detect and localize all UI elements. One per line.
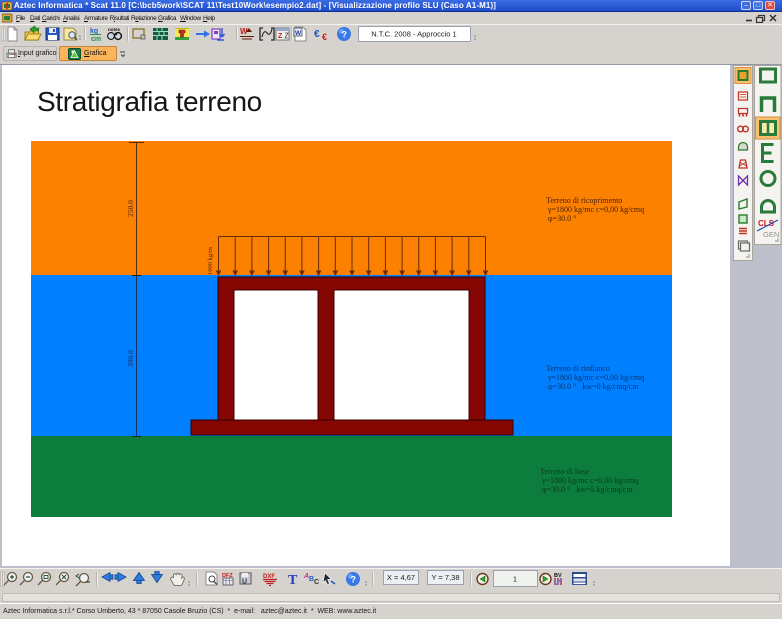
svg-text:€: €	[314, 29, 320, 40]
svg-text:390.0: 390.0	[126, 350, 135, 367]
svg-text:Z: Z	[278, 33, 283, 40]
svg-text:cm: cm	[91, 36, 101, 43]
svg-text:?: ?	[342, 30, 348, 40]
svg-text:C: C	[314, 579, 319, 586]
svg-text:notes: notes	[108, 27, 120, 32]
svg-text:kg: kg	[90, 28, 98, 35]
svg-text:1000 kg/m: 1000 kg/m	[207, 247, 214, 275]
svg-text:U: U	[242, 579, 247, 586]
svg-text:250.0: 250.0	[126, 200, 135, 217]
svg-text:N.T.C. 2008 - Approccio 1: N.T.C. 2008 - Approccio 1	[371, 30, 456, 39]
svg-text:T: T	[288, 573, 298, 588]
svg-text:W: W	[295, 30, 302, 37]
svg-text:?: ?	[351, 575, 357, 585]
svg-text:GEN: GEN	[763, 230, 779, 239]
svg-text:€: €	[322, 32, 327, 42]
svg-text:1: 1	[513, 575, 517, 584]
